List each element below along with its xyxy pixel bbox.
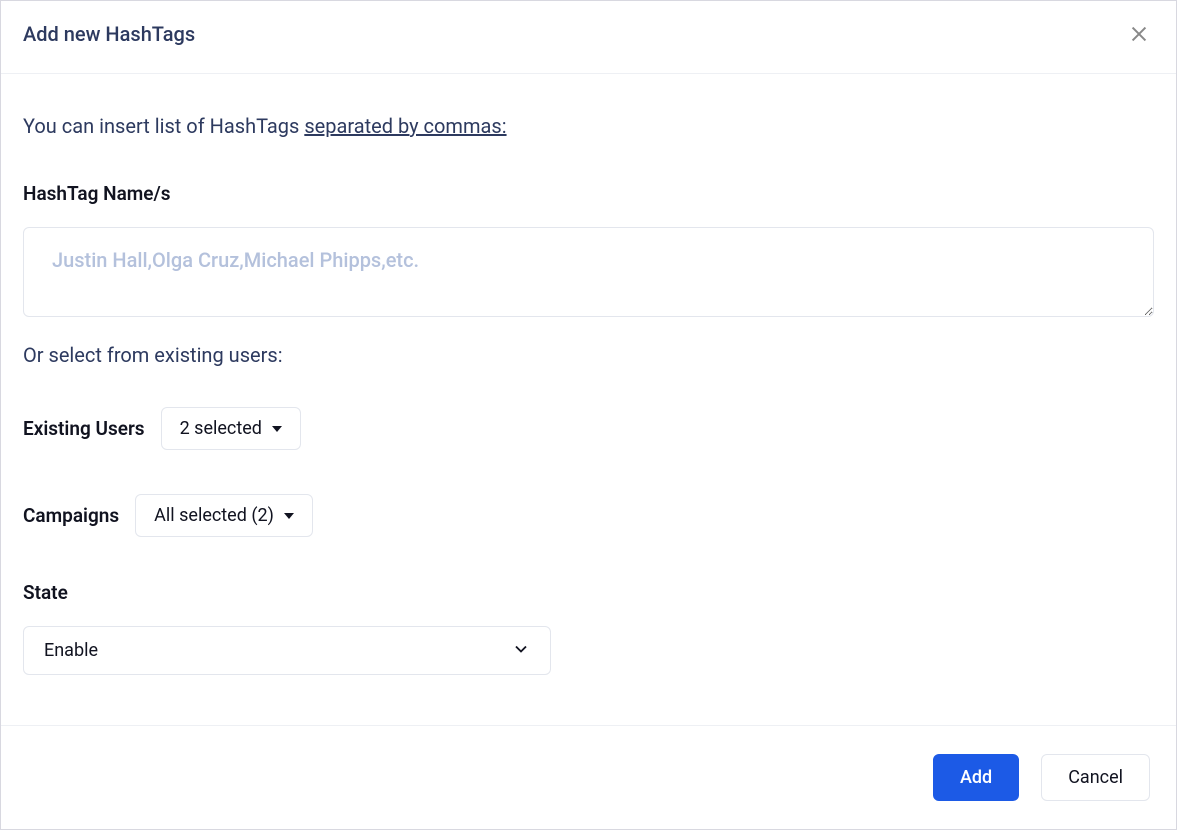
existing-users-label: Existing Users [23, 417, 145, 440]
modal-body: You can insert list of HashTags separate… [1, 74, 1176, 725]
intro-underlined: separated by commas: [304, 114, 506, 138]
add-hashtags-modal: Add new HashTags You can insert list of … [0, 0, 1177, 830]
state-select[interactable]: Enable [23, 626, 551, 675]
modal-header: Add new HashTags [1, 1, 1176, 74]
add-button[interactable]: Add [933, 754, 1019, 801]
modal-title: Add new HashTags [23, 22, 195, 46]
campaigns-row: Campaigns All selected (2) [23, 494, 1154, 537]
state-section: State Enable [23, 581, 1154, 675]
intro-prefix: You can insert list of HashTags [23, 114, 304, 138]
caret-down-icon [284, 513, 294, 519]
or-select-text: Or select from existing users: [23, 343, 1154, 367]
campaigns-label: Campaigns [23, 504, 119, 527]
existing-users-value: 2 selected [180, 418, 262, 439]
campaigns-value: All selected (2) [154, 505, 274, 526]
state-select-wrapper: Enable [23, 626, 551, 675]
intro-text: You can insert list of HashTags separate… [23, 114, 1154, 138]
existing-users-dropdown[interactable]: 2 selected [161, 407, 301, 450]
close-button[interactable] [1124, 19, 1154, 49]
hashtag-name-label: HashTag Name/s [23, 182, 1154, 205]
campaigns-dropdown[interactable]: All selected (2) [135, 494, 313, 537]
close-icon [1128, 23, 1150, 45]
cancel-button[interactable]: Cancel [1041, 754, 1150, 801]
existing-users-row: Existing Users 2 selected [23, 407, 1154, 450]
hashtag-name-input[interactable] [23, 227, 1154, 317]
state-label: State [23, 581, 1154, 604]
caret-down-icon [272, 426, 282, 432]
modal-footer: Add Cancel [1, 725, 1176, 829]
